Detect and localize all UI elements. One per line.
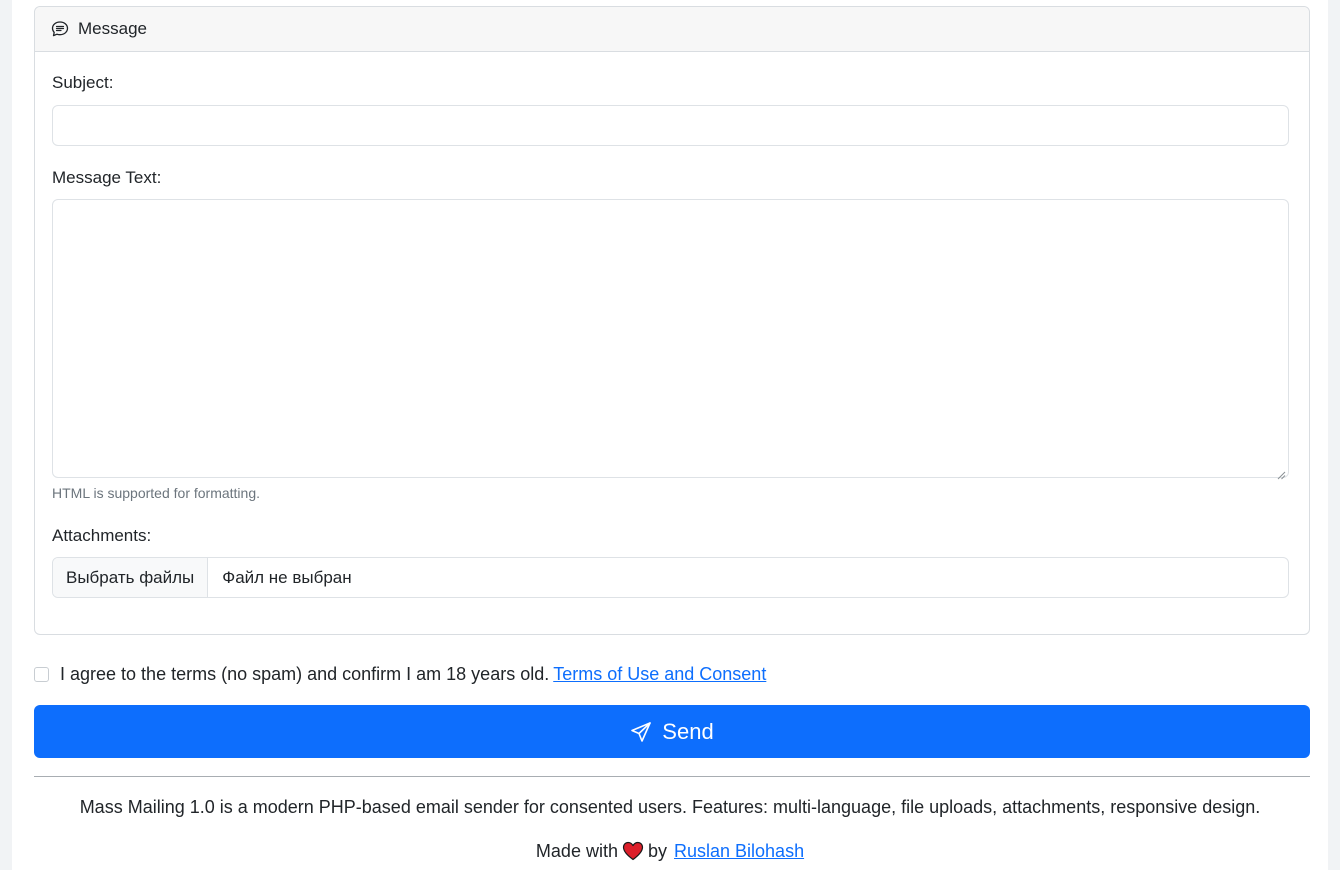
page: Message Subject: Message Text: HTML is s… xyxy=(12,0,1328,870)
consent-text: I agree to the terms (no spam) and confi… xyxy=(60,664,550,684)
attachments-file-input[interactable]: Выбрать файлы Файл не выбран xyxy=(52,557,1289,598)
chat-square-text-icon xyxy=(51,20,69,38)
footer-description: Mass Mailing 1.0 is a modern PHP-based e… xyxy=(79,797,1261,817)
send-button[interactable]: Send xyxy=(34,705,1310,758)
choose-files-button[interactable]: Выбрать файлы xyxy=(53,558,209,597)
message-text-label: Message Text: xyxy=(52,168,162,187)
message-textarea[interactable] xyxy=(52,199,1289,480)
consent-row: I agree to the terms (no spam) and confi… xyxy=(34,664,766,685)
attachments-label: Attachments: xyxy=(52,526,152,545)
formatting-hint: HTML is supported for formatting. xyxy=(52,485,261,501)
author-link[interactable]: Ruslan Bilohash xyxy=(674,841,804,861)
made-with-text: Made with xyxy=(535,841,618,861)
heart-icon xyxy=(622,841,644,861)
send-icon xyxy=(630,721,652,743)
file-status-text: Файл не выбран xyxy=(222,567,352,587)
by-text: by xyxy=(647,841,667,861)
footer-credits: Made with by Ruslan Bilohash xyxy=(12,841,1328,862)
card-title: Message xyxy=(78,19,147,38)
resize-grip-icon[interactable] xyxy=(1276,465,1286,480)
subject-label: Subject: xyxy=(52,73,114,92)
footer-divider xyxy=(34,776,1310,777)
consent-checkbox[interactable] xyxy=(34,667,49,682)
send-label: Send xyxy=(662,718,714,744)
subject-input[interactable] xyxy=(52,105,1289,146)
card-header: Message xyxy=(35,7,1309,52)
terms-link[interactable]: Terms of Use and Consent xyxy=(553,664,766,685)
message-card: Message Subject: Message Text: HTML is s… xyxy=(34,6,1310,635)
